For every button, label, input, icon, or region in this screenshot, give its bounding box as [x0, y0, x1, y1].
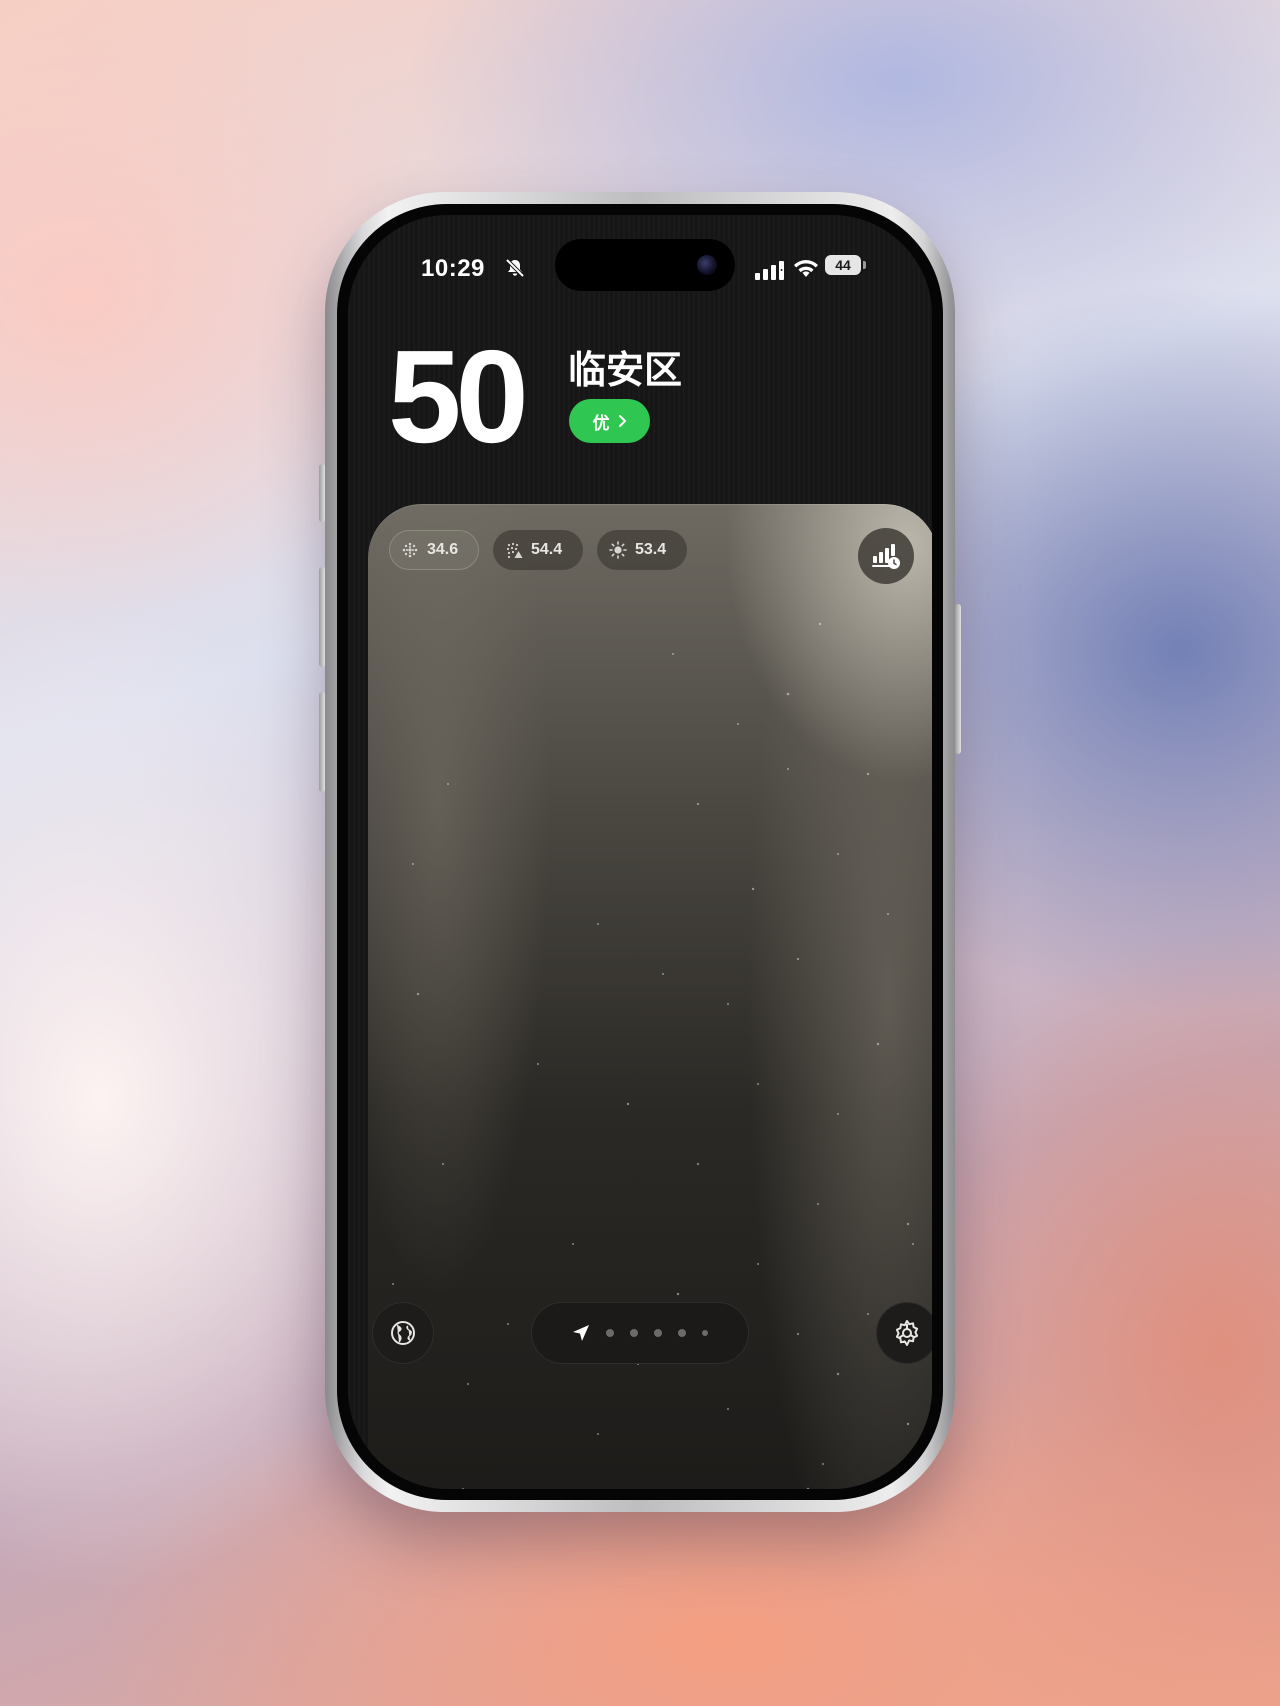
- aqi-value: 50: [388, 323, 529, 470]
- phone-bezel: 10:29 44 50 临安区 优 34.6 54.4 53.4: [337, 204, 943, 1500]
- bar-chart-clock-icon: [872, 544, 900, 569]
- status-time: 10:29: [421, 255, 485, 282]
- battery-indicator: 44: [825, 255, 861, 275]
- page-dot[interactable]: [606, 1329, 614, 1337]
- particles-icon: [402, 542, 418, 558]
- volume-up-button: [319, 567, 325, 667]
- aqi-grade-label: 优: [592, 413, 610, 434]
- phone-frame: 10:29 44 50 临安区 优 34.6 54.4 53.4: [319, 192, 961, 1512]
- district-name[interactable]: 临安区: [568, 339, 682, 394]
- cellular-signal-icon: [755, 261, 784, 280]
- globe-icon: [391, 1321, 415, 1345]
- pollutant-chip-1[interactable]: 34.6: [389, 530, 479, 570]
- page-indicator[interactable]: [531, 1302, 749, 1364]
- globe-button[interactable]: [372, 1302, 434, 1364]
- battery-tip: [863, 261, 866, 269]
- page-dot[interactable]: [702, 1330, 708, 1336]
- location-arrow-icon: [573, 1325, 589, 1341]
- sun-icon: [609, 541, 627, 559]
- particles-warning-icon: [506, 542, 523, 559]
- pollutant-value-1: 34.6: [427, 541, 459, 558]
- trend-button[interactable]: [858, 528, 914, 584]
- aqi-grade-button[interactable]: 优: [569, 399, 650, 443]
- wifi-icon: [794, 260, 818, 277]
- app-screen: 10:29 44 50 临安区 优 34.6 54.4 53.4: [348, 215, 932, 1489]
- pollutant-value-2: 54.4: [531, 541, 563, 558]
- volume-down-button: [319, 692, 325, 792]
- settings-gear-icon: [895, 1320, 919, 1346]
- front-camera: [697, 255, 717, 275]
- page-dot[interactable]: [678, 1329, 686, 1337]
- page-dot[interactable]: [630, 1329, 638, 1337]
- page-dot[interactable]: [654, 1329, 662, 1337]
- pollutant-chip-2[interactable]: 54.4: [493, 530, 583, 570]
- action-button: [319, 464, 325, 522]
- chevron-right-icon: [618, 415, 626, 427]
- pollutant-value-3: 53.4: [635, 541, 667, 558]
- silent-bell-icon: [505, 258, 525, 278]
- dynamic-island: [555, 239, 735, 291]
- power-button: [955, 604, 961, 754]
- settings-button[interactable]: [876, 1302, 932, 1364]
- pollutant-chip-3[interactable]: 53.4: [597, 530, 687, 570]
